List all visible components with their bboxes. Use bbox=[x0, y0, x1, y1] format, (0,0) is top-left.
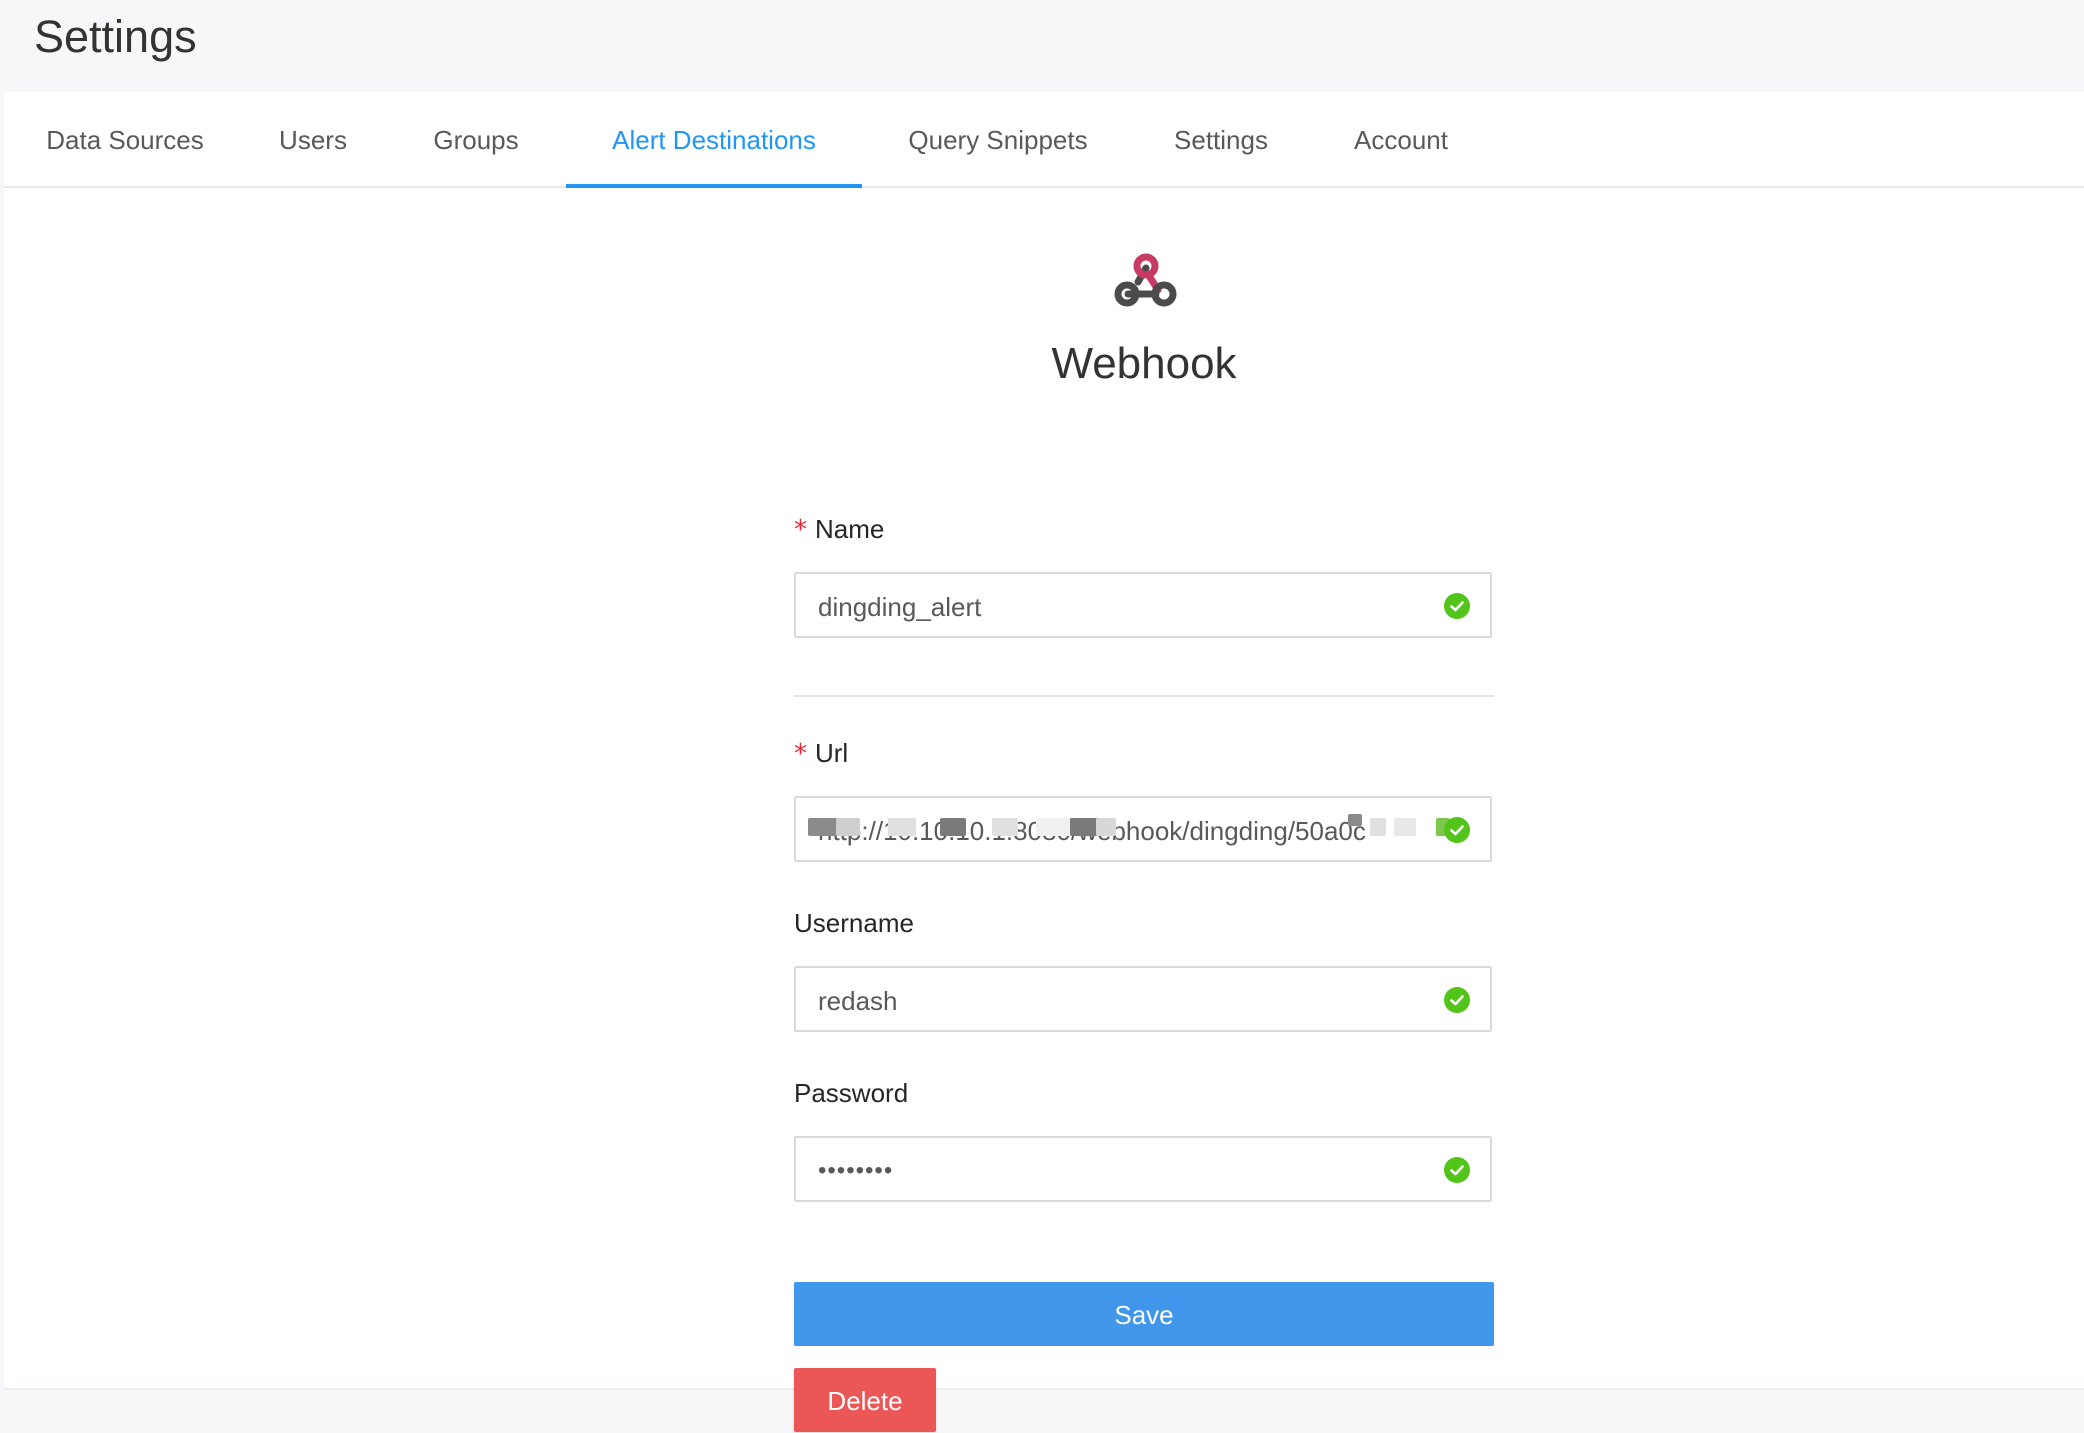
tab-settings[interactable]: Settings bbox=[1164, 92, 1278, 186]
username-field[interactable]: redash bbox=[794, 966, 1492, 1032]
settings-panel: Data Sources Users Groups Alert Destinat… bbox=[4, 92, 2084, 1432]
password-input[interactable]: •••••••• bbox=[818, 1138, 1430, 1200]
tab-alert-destinations[interactable]: Alert Destinations bbox=[566, 92, 862, 188]
password-field[interactable]: •••••••• bbox=[794, 1136, 1492, 1202]
redaction-block bbox=[940, 818, 966, 836]
tab-data-sources[interactable]: Data Sources bbox=[34, 92, 216, 186]
password-label: Password bbox=[794, 1078, 909, 1108]
redaction-block bbox=[1070, 818, 1098, 836]
redaction-block bbox=[1096, 818, 1116, 836]
username-label: Username bbox=[794, 908, 914, 938]
check-circle-icon bbox=[1444, 1157, 1470, 1183]
name-label-text: Name bbox=[815, 514, 885, 544]
settings-tabs: Data Sources Users Groups Alert Destinat… bbox=[4, 92, 2084, 188]
form-title: Webhook bbox=[1051, 339, 1237, 388]
redaction-block bbox=[1348, 814, 1362, 826]
url-label: * Url bbox=[794, 736, 848, 771]
webhook-icon bbox=[1114, 253, 1177, 307]
name-input[interactable]: dingding_alert bbox=[818, 574, 1430, 636]
check-circle-icon bbox=[1444, 987, 1470, 1013]
redaction-block bbox=[992, 818, 1018, 836]
tab-account[interactable]: Account bbox=[1344, 92, 1458, 186]
redaction-block bbox=[808, 818, 838, 836]
page-header: Settings bbox=[0, 0, 2084, 90]
required-marker: * bbox=[794, 515, 807, 545]
name-field[interactable]: dingding_alert bbox=[794, 572, 1492, 638]
redaction-block bbox=[888, 818, 916, 836]
required-marker: * bbox=[794, 739, 807, 769]
save-button[interactable]: Save bbox=[794, 1282, 1494, 1346]
page-title: Settings bbox=[34, 11, 197, 62]
tab-groups[interactable]: Groups bbox=[418, 92, 534, 186]
url-field[interactable]: http://10.10.10.1:8080/webhook/dingding/… bbox=[794, 796, 1492, 862]
tab-query-snippets[interactable]: Query Snippets bbox=[900, 92, 1096, 186]
url-label-text: Url bbox=[815, 738, 849, 768]
form-divider bbox=[794, 695, 1494, 697]
tab-users[interactable]: Users bbox=[266, 92, 360, 186]
check-circle-icon bbox=[1444, 817, 1470, 843]
delete-button[interactable]: Delete bbox=[794, 1368, 936, 1432]
check-circle-icon bbox=[1444, 593, 1470, 619]
name-label: * Name bbox=[794, 512, 884, 547]
redaction-block bbox=[836, 818, 860, 836]
username-input[interactable]: redash bbox=[818, 968, 1430, 1030]
redaction-block bbox=[1370, 818, 1386, 836]
redaction-block bbox=[1394, 818, 1416, 836]
